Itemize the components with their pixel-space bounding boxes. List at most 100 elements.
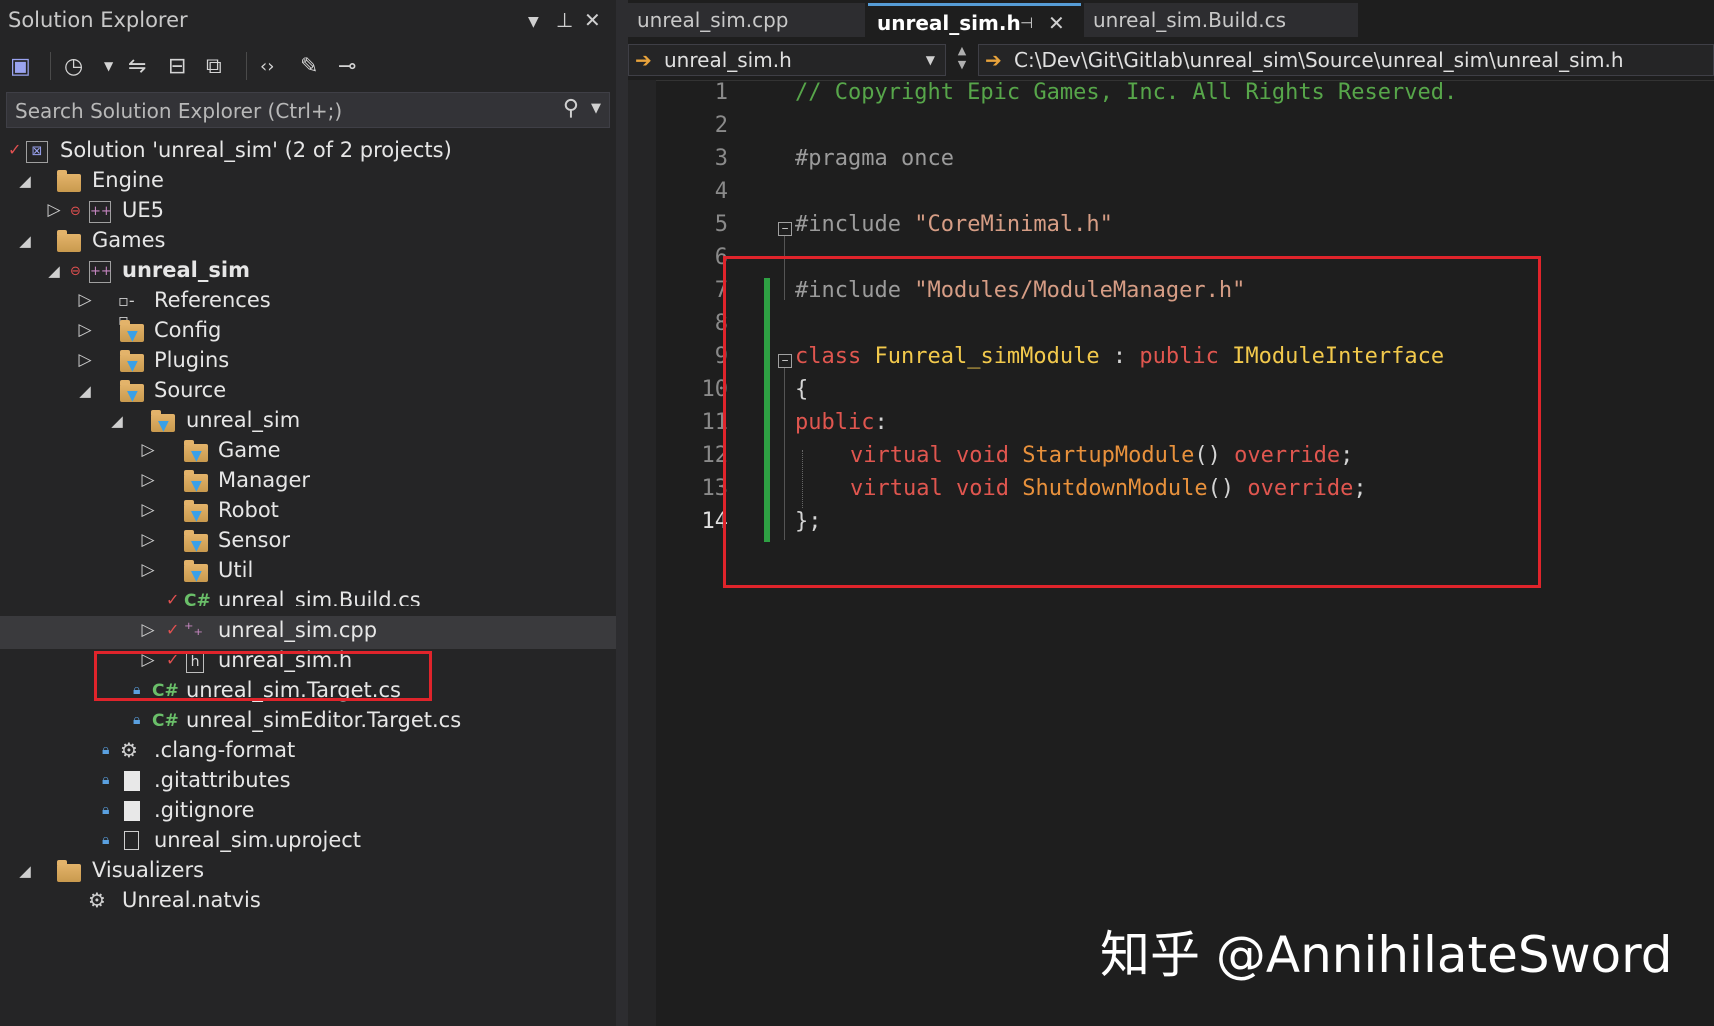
search-icon[interactable]: ⚲ xyxy=(563,96,579,121)
error-status-icon: ⊖ xyxy=(70,264,81,279)
expanded-arrow-icon[interactable]: ◢ xyxy=(16,232,34,250)
collapsed-arrow-icon[interactable]: ▷ xyxy=(139,500,157,520)
tree-item-unreal-sim-project[interactable]: ◢ ⊖ ++ unreal_sim xyxy=(0,256,616,289)
scope-label: unreal_sim.h xyxy=(664,48,792,72)
error-status-icon: ⊖ xyxy=(70,204,81,219)
file-scope-dropdown[interactable]: ➔ unreal_sim.h ▼ xyxy=(628,44,946,76)
preview-selected-items-icon[interactable]: ⊸ xyxy=(338,50,356,82)
collapse-region-icon[interactable]: − xyxy=(778,222,792,236)
line-number-current: 14 xyxy=(701,509,729,534)
sync-with-active-document-icon[interactable]: ⇋ xyxy=(128,50,146,82)
tab-unreal-sim-build-cs[interactable]: unreal_sim.Build.cs xyxy=(1084,3,1358,37)
expanded-arrow-icon[interactable]: ◢ xyxy=(45,262,63,280)
code-comment: // Copyright Epic Games, Inc. All Rights… xyxy=(795,80,1458,105)
pin-tab-icon[interactable]: ⊣ xyxy=(1020,14,1033,32)
search-input[interactable] xyxy=(13,96,557,126)
tree-item-gitignore[interactable]: 🔒︎ .gitignore xyxy=(0,796,616,829)
tree-item-label: .gitignore xyxy=(154,798,255,822)
tab-label: unreal_sim.h xyxy=(877,11,1021,35)
close-icon[interactable]: ✕ xyxy=(584,8,601,32)
collapsed-arrow-icon[interactable]: ▷ xyxy=(139,530,157,550)
tree-item-label: UE5 xyxy=(122,198,164,222)
tree-item-visualizers[interactable]: ◢ Visualizers xyxy=(0,856,616,889)
view-code-icon[interactable]: ‹› xyxy=(260,50,274,82)
filter-folder-icon xyxy=(184,440,208,464)
collapsed-arrow-icon[interactable]: ▷ xyxy=(139,620,157,640)
natvis-file-icon: ⚙ xyxy=(88,888,106,912)
tree-item-label: Robot xyxy=(218,498,279,522)
code-directive: #pragma once xyxy=(795,146,954,171)
close-tab-icon[interactable]: ✕ xyxy=(1048,11,1065,35)
tree-item-manager[interactable]: ▷ Manager xyxy=(0,466,616,499)
show-all-files-icon[interactable]: ⧉ xyxy=(206,50,222,82)
filter-folder-icon xyxy=(184,470,208,494)
collapsed-arrow-icon[interactable]: ▷ xyxy=(139,440,157,460)
filter-dropdown-icon[interactable]: ▼ xyxy=(104,50,113,82)
tree-item-robot[interactable]: ▷ Robot xyxy=(0,496,616,529)
expanded-arrow-icon[interactable]: ◢ xyxy=(16,862,34,880)
tree-item-unreal-sim-folder[interactable]: ◢ unreal_sim xyxy=(0,406,616,439)
search-options-dropdown-icon[interactable]: ▼ xyxy=(591,101,601,116)
expanded-arrow-icon[interactable]: ◢ xyxy=(16,172,34,190)
tree-item-unreal-sim-cpp[interactable]: ▷ ✓ ⁺₊ unreal_sim.cpp xyxy=(0,616,616,649)
tree-item-plugins[interactable]: ▷ Plugins xyxy=(0,346,616,379)
panel-splitter[interactable] xyxy=(616,0,628,1026)
text-file-icon xyxy=(124,801,140,821)
collapsed-arrow-icon[interactable]: ▷ xyxy=(76,350,94,370)
collapsed-arrow-icon[interactable]: ▷ xyxy=(76,320,94,340)
tree-item-config[interactable]: ▷ Config xyxy=(0,316,616,349)
tree-item-label: .gitattributes xyxy=(154,768,291,792)
line-number: 5 xyxy=(714,212,728,237)
tree-item-sensor[interactable]: ▷ Sensor xyxy=(0,526,616,559)
tree-item-source[interactable]: ◢ Source xyxy=(0,376,616,409)
folder-icon xyxy=(57,860,81,882)
tree-item-uproject[interactable]: 🔒︎ unreal_sim.uproject xyxy=(0,826,616,859)
tree-item-engine[interactable]: ◢ Engine xyxy=(0,166,616,199)
tree-item-games[interactable]: ◢ Games xyxy=(0,226,616,259)
file-path-dropdown[interactable]: ➔ C:\Dev\Git\Gitlab\unreal_sim\Source\un… xyxy=(978,44,1714,76)
tree-item-build-cs[interactable]: ✓ C# unreal_sim.Build.cs xyxy=(0,586,616,606)
line-number: 11 xyxy=(701,410,729,435)
solution-search-box: ⚲ ▼ xyxy=(6,92,610,128)
tree-item-util[interactable]: ▷ Util xyxy=(0,556,616,589)
collapsed-arrow-icon[interactable]: ▷ xyxy=(45,200,63,220)
pin-icon[interactable]: ⊥ xyxy=(556,8,573,32)
tree-item-unreal-natvis[interactable]: ⚙ Unreal.natvis xyxy=(0,886,616,919)
tree-item-label: Unreal.natvis xyxy=(122,888,261,912)
panel-title: Solution Explorer xyxy=(8,8,188,32)
tree-item-label: unreal_sim.cpp xyxy=(218,618,378,642)
toolbar-divider xyxy=(50,52,51,80)
solution-icon: ⊠ xyxy=(26,141,48,163)
tree-item-gitattributes[interactable]: 🔒︎ .gitattributes xyxy=(0,766,616,799)
pending-changes-filter-icon[interactable]: ◷ xyxy=(64,50,83,82)
vs-solution-icon[interactable]: ▣ xyxy=(10,50,31,82)
tree-item-solution[interactable]: ✓ ⊠ Solution 'unreal_sim' (2 of 2 projec… xyxy=(0,136,616,169)
tree-item-references[interactable]: ▷ ▫-▫ References xyxy=(0,286,616,329)
collapse-all-icon[interactable]: ⊟ xyxy=(168,50,186,82)
line-number: 12 xyxy=(701,443,729,468)
tree-item-ue5[interactable]: ▷ ⊖ ++ UE5 xyxy=(0,196,616,229)
tree-item-game[interactable]: ▷ Game xyxy=(0,436,616,469)
tab-unreal-sim-h[interactable]: unreal_sim.h ⊣ ✕ xyxy=(868,3,1081,37)
tree-item-clang-format[interactable]: 🔒︎ ⚙ .clang-format xyxy=(0,736,616,769)
code-line-3: #pragma once xyxy=(795,146,954,171)
checked-in-icon: ✓ xyxy=(8,140,22,159)
split-scroll-icon[interactable]: ▲ ▼ xyxy=(950,44,974,76)
window-position-dropdown-icon[interactable]: ▼ xyxy=(528,14,539,30)
navigation-bar: ➔ unreal_sim.h ▼ ▲ ▼ ➔ C:\Dev\Git\Gitlab\… xyxy=(628,42,1714,81)
checked-in-icon: ✓ xyxy=(166,590,180,606)
tab-unreal-sim-cpp[interactable]: unreal_sim.cpp xyxy=(628,3,865,37)
properties-wrench-icon[interactable]: ✎ xyxy=(300,50,318,82)
collapsed-arrow-icon[interactable]: ▷ xyxy=(139,470,157,490)
filter-folder-icon xyxy=(151,410,175,434)
collapsed-arrow-icon[interactable]: ▷ xyxy=(76,290,94,310)
collapsed-arrow-icon[interactable]: ▷ xyxy=(139,560,157,580)
expanded-arrow-icon[interactable]: ◢ xyxy=(108,412,126,430)
line-number: 2 xyxy=(714,113,728,138)
filter-folder-icon xyxy=(184,530,208,554)
tree-item-editor-target-cs[interactable]: 🔒︎ C# unreal_simEditor.Target.cs xyxy=(0,706,616,739)
cpp-file-icon: ⁺₊ xyxy=(184,619,204,640)
expanded-arrow-icon[interactable]: ◢ xyxy=(76,382,94,400)
line-number: 9 xyxy=(714,344,728,369)
lock-icon: 🔒︎ xyxy=(102,802,110,818)
